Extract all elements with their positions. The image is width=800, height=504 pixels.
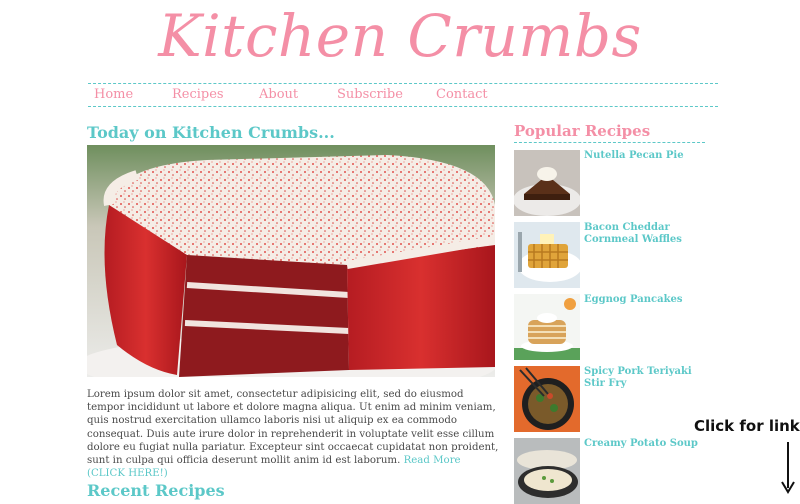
pancakes-photo-icon[interactable] xyxy=(514,294,580,360)
popular-item-title[interactable]: Bacon Cheddar Cornmeal Waffles xyxy=(584,222,709,245)
nav-recipes[interactable]: Recipes xyxy=(172,87,224,102)
nav-subscribe[interactable]: Subscribe xyxy=(337,87,403,102)
nav-contact[interactable]: Contact xyxy=(436,87,488,102)
main-nav: Home Recipes About Subscribe Contact xyxy=(88,83,718,107)
click-for-link-note: Click for link xyxy=(694,417,800,435)
intro-paragraph: Lorem ipsum dolor sit amet, consectetur … xyxy=(87,388,499,480)
popular-item-title[interactable]: Eggnog Pancakes xyxy=(584,294,709,306)
today-heading: Today on Kitchen Crumbs... xyxy=(87,123,335,142)
popular-item-eggnog-pancakes[interactable]: Eggnog Pancakes xyxy=(514,294,714,360)
popular-item-title[interactable]: Creamy Potato Soup xyxy=(584,438,709,450)
arrow-down-icon xyxy=(781,442,795,494)
popular-item-potato-soup[interactable]: Creamy Potato Soup xyxy=(514,438,714,504)
waffles-photo-icon[interactable] xyxy=(514,222,580,288)
stir-fry-photo-icon[interactable] xyxy=(514,366,580,432)
popular-item-pork-teriyaki[interactable]: Spicy Pork Teriyaki Stir Fry xyxy=(514,366,714,432)
popular-recipes-heading: Popular Recipes xyxy=(514,122,705,143)
pie-photo-icon[interactable] xyxy=(514,150,580,216)
popular-item-title[interactable]: Spicy Pork Teriyaki Stir Fry xyxy=(584,366,709,389)
hero-image[interactable] xyxy=(87,145,495,377)
recent-recipes-heading: Recent Recipes xyxy=(87,481,225,500)
soup-photo-icon[interactable] xyxy=(514,438,580,504)
popular-item-title[interactable]: Nutella Pecan Pie xyxy=(584,150,709,162)
popular-item-bacon-waffles[interactable]: Bacon Cheddar Cornmeal Waffles xyxy=(514,222,714,288)
site-title[interactable]: Kitchen Crumbs xyxy=(0,2,800,70)
nav-about[interactable]: About xyxy=(259,87,298,102)
nav-home[interactable]: Home xyxy=(94,87,133,102)
red-velvet-cake-icon xyxy=(87,145,495,377)
popular-item-nutella-pecan-pie[interactable]: Nutella Pecan Pie xyxy=(514,150,714,216)
